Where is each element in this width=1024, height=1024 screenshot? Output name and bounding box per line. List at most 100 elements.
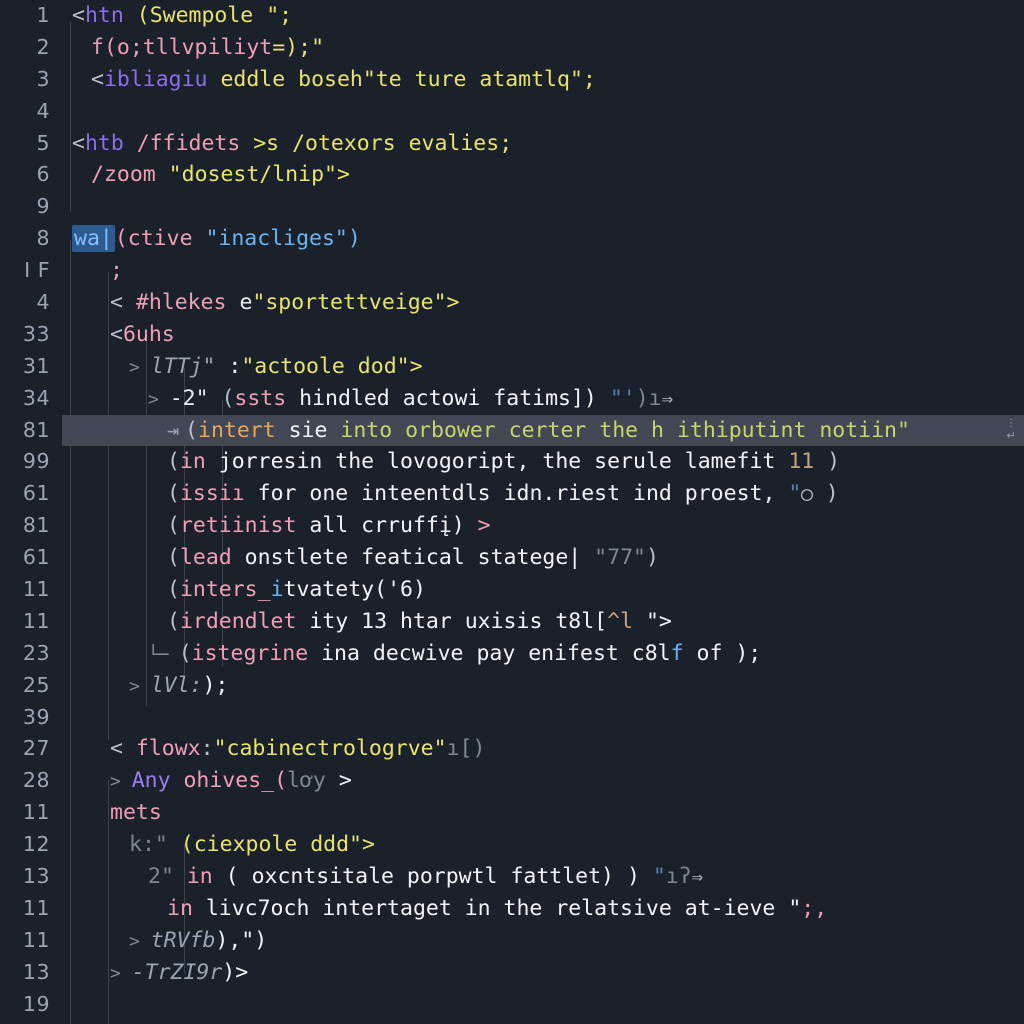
code-line-text: > lVl:); bbox=[62, 670, 228, 703]
code-line[interactable]: f(o;tllvpiliyt=);" bbox=[62, 32, 1024, 64]
code-line[interactable]: < #hlekes e"sportettveige"> bbox=[62, 287, 1024, 319]
code-line[interactable] bbox=[62, 191, 1024, 223]
line-number: 3 bbox=[36, 66, 50, 91]
code-token: (ciexpole ddd"> bbox=[167, 832, 375, 858]
code-line[interactable]: 2" in ( oxcntsitale porpwtl fattlet) ) "… bbox=[62, 861, 1024, 893]
code-content-area[interactable]: <htn (Swempole "; f(o;tllvpiliyt=);" <ibli… bbox=[62, 0, 1024, 1024]
code-line-text: > Any ohives_(lơy > bbox=[62, 765, 352, 798]
code-token: ) bbox=[814, 449, 841, 475]
code-token: ( bbox=[167, 481, 180, 507]
line-number: 39 bbox=[22, 704, 50, 729]
fold-end-icon[interactable]: └─ bbox=[148, 645, 179, 665]
code-line[interactable]: ; bbox=[62, 255, 1024, 287]
fold-arrow-icon[interactable]: > bbox=[129, 931, 151, 952]
code-token: ( bbox=[167, 577, 180, 603]
code-token: tvatety('6) bbox=[283, 577, 426, 603]
code-line[interactable] bbox=[62, 989, 1024, 1021]
line-number: 9 bbox=[36, 194, 50, 219]
code-line[interactable]: > lVl:); bbox=[62, 670, 1024, 702]
code-line[interactable]: mets bbox=[62, 797, 1024, 829]
code-line-text: ; bbox=[62, 255, 123, 287]
line-number: 11 bbox=[22, 927, 50, 952]
code-line[interactable]: (inters_itvatety('6) bbox=[62, 574, 1024, 606]
code-token: of ); bbox=[683, 640, 762, 666]
code-token: ( bbox=[185, 417, 198, 443]
code-line[interactable]: > Any ohives_(lơy > bbox=[62, 765, 1024, 797]
fold-arrow-icon[interactable]: > bbox=[129, 676, 151, 697]
wrap-indicator-icon: ⋮ ↵ bbox=[1006, 417, 1016, 442]
code-token: /zoom bbox=[91, 162, 156, 188]
fold-arrow-icon[interactable]: > bbox=[110, 963, 132, 984]
code-line[interactable]: (in jorresin the lovogoript, the serule … bbox=[62, 446, 1024, 478]
code-line-text: 2" in ( oxcntsitale porpwtl fattlet) ) "… bbox=[62, 861, 703, 894]
code-line[interactable]: <htn (Swempole "; bbox=[62, 0, 1024, 32]
code-token: f(o; bbox=[91, 34, 143, 60]
code-line[interactable]: > tRVfb),") bbox=[62, 925, 1024, 957]
code-line-text: (retiinist all crruffį) > bbox=[62, 510, 491, 542]
line-number: 31 bbox=[22, 353, 50, 378]
code-line[interactable]: (lead onstlete featical statege| "77") bbox=[62, 542, 1024, 574]
code-line[interactable] bbox=[62, 702, 1024, 734]
line-number: 2 bbox=[36, 34, 50, 59]
code-token: /ffidets bbox=[123, 130, 241, 156]
code-token: ctive bbox=[127, 226, 193, 252]
code-line[interactable]: └─ (istegrine ina decwive pay enifest c8… bbox=[62, 638, 1024, 670]
code-token: < bbox=[72, 130, 85, 156]
code-line[interactable]: < flowx:"cabinectrologrve"ı[) bbox=[62, 733, 1024, 765]
code-line-active[interactable]: ⇥ (intert sie into orbower certer the h i… bbox=[62, 414, 1024, 447]
code-token: wa| bbox=[72, 225, 115, 253]
code-line[interactable]: (irdendlet ity 13 htar uxisis t8l[^l "> bbox=[62, 606, 1024, 638]
code-line[interactable]: <htb /ffidets >s /otexors evalies; bbox=[62, 128, 1024, 160]
fold-arrow-icon[interactable]: > bbox=[148, 389, 170, 410]
code-token: tllvpiliyt bbox=[142, 34, 273, 60]
code-token: "; bbox=[253, 3, 293, 28]
code-line[interactable]: > -2" (ssts hindled actowi fatims]) "')ı… bbox=[62, 383, 1024, 415]
fold-arrow-icon[interactable]: > bbox=[129, 357, 151, 378]
line-number: 5 bbox=[36, 130, 50, 155]
code-line-text: ⇥ (intert sie into orbower certer the h i… bbox=[62, 415, 910, 447]
code-token: 2" bbox=[148, 864, 174, 890]
code-token: =);" bbox=[272, 34, 325, 60]
code-token: /otexors evalies; bbox=[279, 130, 513, 156]
code-token: htb bbox=[84, 130, 124, 156]
code-line[interactable]: <ibliagiu eddle boseh"te ture atamtlq"; bbox=[62, 64, 1024, 96]
code-line[interactable]: > lTTj" :"actoole dod"> bbox=[62, 351, 1024, 383]
code-line[interactable]: (retiinist all crruffį) > bbox=[62, 510, 1024, 542]
code-token: >s bbox=[240, 130, 280, 156]
code-token: " bbox=[639, 864, 666, 890]
line-number: 23 bbox=[22, 640, 50, 665]
code-line[interactable]: /zoom "dosest/lnip"> bbox=[62, 159, 1024, 191]
code-token: jorresin the lovogoript, the serule lame… bbox=[205, 449, 776, 475]
code-line-text: mets bbox=[62, 797, 162, 829]
code-editor[interactable]: 12345698I F 4 33 31 34 81 99 61 81 61 11 11 23 25 39 27… bbox=[0, 0, 1024, 1024]
code-token: : bbox=[200, 736, 214, 762]
code-token: 11 bbox=[775, 449, 815, 475]
line-number: 4 bbox=[36, 98, 50, 123]
code-token: intert bbox=[198, 417, 276, 443]
code-token: -TrZI9r bbox=[131, 959, 223, 985]
code-token: ı[) bbox=[446, 736, 486, 762]
code-token: lead bbox=[179, 545, 232, 571]
code-token: "actoole dod"> bbox=[241, 353, 423, 379]
code-token: istegrine bbox=[191, 640, 309, 666]
code-token: "> bbox=[633, 608, 672, 634]
code-line[interactable]: (issiı for one inteentdls idn.riest ind … bbox=[62, 478, 1024, 510]
line-number: 11 bbox=[22, 608, 50, 633]
line-number: 81 bbox=[22, 417, 50, 442]
code-token: in bbox=[173, 864, 213, 890]
fold-arrow-icon[interactable]: > bbox=[110, 771, 132, 792]
code-line[interactable]: k:" (ciexpole ddd"> bbox=[62, 829, 1024, 861]
code-token: "inacliges") bbox=[192, 226, 361, 252]
code-line[interactable]: wa|(ctive "inacliges") bbox=[62, 223, 1024, 255]
line-number: 99 bbox=[22, 449, 50, 474]
line-number: 11 bbox=[22, 800, 50, 825]
code-token: < bbox=[110, 321, 123, 347]
code-line[interactable]: <6uhs bbox=[62, 319, 1024, 351]
code-line[interactable] bbox=[62, 96, 1024, 128]
code-line-text: in livc7och intertaget in the relatsive … bbox=[62, 893, 827, 925]
code-line[interactable]: > -TrZI9r)> bbox=[62, 957, 1024, 989]
code-line[interactable]: in livc7och intertaget in the relatsive … bbox=[62, 893, 1024, 925]
code-line-text: wa|(ctive "inacliges") bbox=[62, 223, 361, 255]
code-token: ( bbox=[167, 449, 180, 475]
